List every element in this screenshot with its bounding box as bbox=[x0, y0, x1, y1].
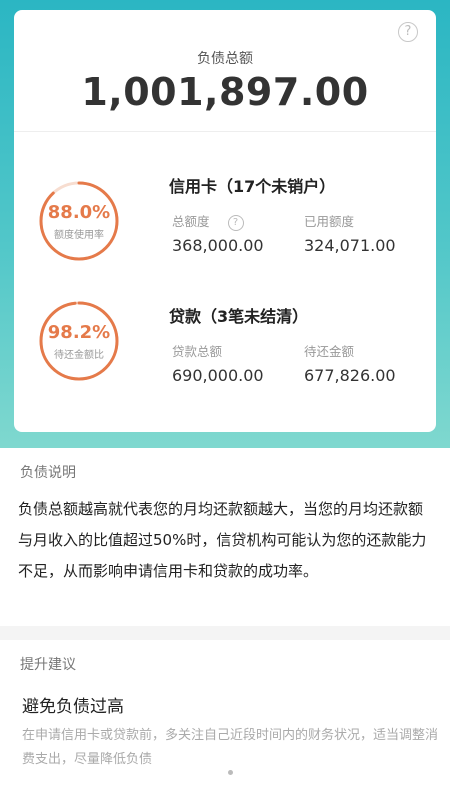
loan-outstanding-percent: 98.2% bbox=[47, 322, 111, 343]
advice-text: 在申请信用卡或贷款前，多关注自己近段时间内的财务状况，适当调整消费支出，尽量降低… bbox=[22, 728, 439, 767]
help-icon[interactable]: ? bbox=[398, 22, 418, 42]
credit-card-title[interactable]: 信用卡（17个未销户） bbox=[169, 173, 335, 197]
advice-heading: 提升建议 bbox=[20, 657, 76, 673]
loan-outstanding-caption: 待还金额比 bbox=[54, 350, 104, 361]
divider bbox=[14, 131, 436, 132]
loan-title[interactable]: 贷款（3笔未结清） bbox=[169, 303, 308, 327]
advice-panel: 提升建议 避免负债过高 在申请信用卡或贷款前，多关注自己近段时间内的财务状况，适… bbox=[0, 640, 450, 800]
loan-total-value: 690,000.00 bbox=[172, 366, 264, 385]
credit-used-limit-label: 已用额度 bbox=[304, 214, 355, 229]
help-icon[interactable]: ? bbox=[227, 214, 244, 231]
advice-title: 避免负债过高 bbox=[22, 697, 124, 717]
total-debt-label: 负债总额 bbox=[197, 51, 253, 67]
page-indicator-dot bbox=[228, 770, 233, 775]
total-debt-value: 1,001,897.00 bbox=[81, 70, 369, 114]
debt-summary-card: ? 负债总额 1,001,897.00 88.0% 额度使用率 信用卡（17个未… bbox=[14, 10, 436, 432]
credit-usage-ring: 88.0% 额度使用率 bbox=[38, 180, 120, 262]
credit-usage-caption: 额度使用率 bbox=[54, 230, 104, 241]
loan-remaining-value: 677,826.00 bbox=[304, 366, 396, 385]
loan-outstanding-ring: 98.2% 待还金额比 bbox=[38, 300, 120, 382]
credit-total-limit-label: 总额度 bbox=[172, 214, 210, 229]
loan-total-label: 贷款总额 bbox=[172, 344, 223, 359]
loan-remaining-label: 待还金额 bbox=[304, 344, 355, 359]
explanation-panel: 负债说明 负债总额越高就代表您的月均还款额越大，当您的月均还款额与月收入的比值超… bbox=[0, 448, 450, 626]
explanation-text: 负债总额越高就代表您的月均还款额越大，当您的月均还款额与月收入的比值超过50%时… bbox=[18, 500, 427, 580]
credit-used-limit-value: 324,071.00 bbox=[304, 236, 396, 255]
explanation-heading: 负债说明 bbox=[20, 465, 76, 481]
credit-usage-percent: 88.0% bbox=[47, 202, 111, 223]
credit-total-limit-value: 368,000.00 bbox=[172, 236, 264, 255]
credit-total-limit-row: 总额度? bbox=[172, 211, 244, 231]
